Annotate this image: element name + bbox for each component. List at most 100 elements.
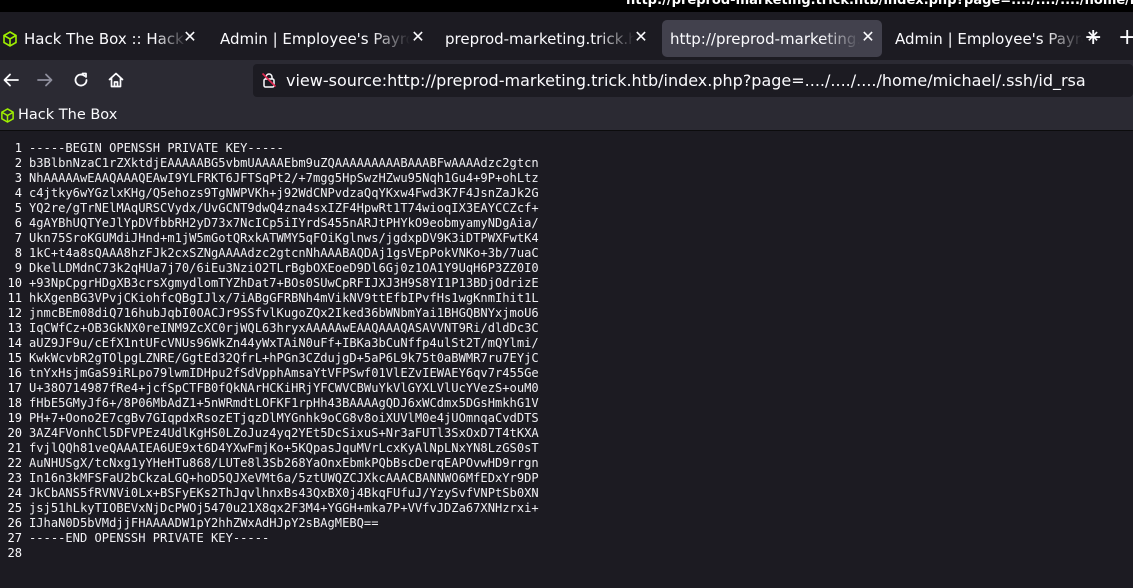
line-number: 8 <box>14 246 22 260</box>
source-line: 19 PH+7+Oono2E7cgBv7GIqpdxRsozETjqzDlMYGn… <box>0 411 539 426</box>
line-text: jsj51hLkyTIOBEVxNjDcPWOj5470u21X8qx2F3M4… <box>29 501 539 515</box>
line-text: b3BlbnNzaC1rZXktdjEAAAAABG5vbmUAAAAEbm9u… <box>29 156 539 170</box>
source-line: 14 aUZ9JF9u/cEfX1ntUFcVNUs96WkZn44yWxTAiN… <box>0 336 539 351</box>
source-line: 28 <box>0 546 539 561</box>
line-number: 19 <box>7 411 22 425</box>
line-number: 28 <box>7 546 22 560</box>
line-text: 3AZ4FVonhCl5DFVPEz4UdlKgHS0LZoJuz4yq2YEt… <box>29 426 539 440</box>
reload-button[interactable] <box>70 69 92 91</box>
close-icon[interactable]: ✕ <box>860 29 876 45</box>
source-line: 10 +93NpCpgrHDgXB3crsXgmydlomTYZhDat7+BOs… <box>0 276 539 291</box>
source-line: 4 c4jtky6wYGzlxKHg/Q5ehozs9TgNWPVKh+j92Wd… <box>0 186 539 201</box>
line-text: In16n3kMFSFaU2bCkzaLGQ+hoD5QJXeVMt6a/5zt… <box>29 471 539 485</box>
line-number: 1 <box>14 141 22 155</box>
source-line: 6 4gAYBhUQTYeJlYpDVfbbRH2yD73x7NcICp5iIYr… <box>0 216 539 231</box>
source-line: 8 1kC+t4a8sQAAA8hzFJk2cxSZNgAAAAdzc2gtcnN… <box>0 246 539 261</box>
source-line: 3 NhAAAAAwEAAQAAAQEAwI9YLFRKT6JFTSqPt2/+7… <box>0 171 539 186</box>
source-line: 9 DkelLDMdnC73k2qHUa7j70/6iEu3NziO2TLrBgb… <box>0 261 539 276</box>
line-text: fHbE5GMyJf6+/8P06MbAdZ1+5nWRmdtLOFKF1rpH… <box>29 396 539 410</box>
tab-view-source[interactable]: http://preprod-marketing.trick.htb/index… <box>662 20 882 57</box>
window-title-bar: http://preprod-marketing.trick.htb/index… <box>0 0 1133 12</box>
address-bar[interactable]: view-source:http://preprod-marketing.tri… <box>253 64 1133 97</box>
line-number: 24 <box>7 486 22 500</box>
line-number: 2 <box>14 156 22 170</box>
source-line: 23 In16n3kMFSFaU2bCkzaLGQ+hoD5QJXeVMt6a/5… <box>0 471 539 486</box>
url-text[interactable]: view-source:http://preprod-marketing.tri… <box>286 71 1086 90</box>
bookmark-label: Hack The Box <box>18 107 118 123</box>
forward-button[interactable] <box>34 69 56 91</box>
tab-hack-the-box[interactable]: Hack The Box :: Hack The Box ✕ <box>0 20 204 57</box>
new-tab-button[interactable]: + <box>1084 27 1102 49</box>
source-line: 18 fHbE5GMyJf6+/8P06MbAdZ1+5nWRmdtLOFKF1r… <box>0 396 539 411</box>
line-text: fvjlQQh81veQAAAIEA6UE9xt6D4YXwFmjKo+5KQp… <box>29 441 539 455</box>
source-line: 25 jsj51hLkyTIOBEVxNjDcPWOj5470u21X8qx2F3… <box>0 501 539 516</box>
home-button[interactable] <box>105 69 127 91</box>
line-text: KwkWcvbR2gTOlpgLZNRE/GgtEd32QfrL+hPGn3CZ… <box>29 351 539 365</box>
line-text: JkCbANS5fRVNVi0Lx+BSFyEKs2ThJqvlhnxBs43Q… <box>29 486 539 500</box>
source-line: 5 YQ2re/gTrNElMAqURSCVydx/UvGCNT9dwQ4zna4… <box>0 201 539 216</box>
back-button[interactable] <box>0 69 22 91</box>
source-line: 17 U+38O714987fRe4+jcfSpCTFB0fQkNArHCKiHR… <box>0 381 538 396</box>
line-number: 26 <box>7 516 22 530</box>
tab-label: Admin | Employee's Payroll Management Sy… <box>220 29 410 48</box>
line-number: 10 <box>7 276 22 290</box>
line-number: 22 <box>7 456 22 470</box>
bookmark-hack-the-box[interactable]: Hack The Box <box>0 107 117 123</box>
line-number: 3 <box>14 171 22 185</box>
close-icon[interactable]: ✕ <box>633 29 649 45</box>
line-text: PH+7+Oono2E7cgBv7GIqpdxRsozETjqzDlMYGnhk… <box>29 411 539 425</box>
source-line: 15 KwkWcvbR2gTOlpgLZNRE/GgtEd32QfrL+hPGn3… <box>0 351 539 366</box>
line-number: 16 <box>7 366 22 380</box>
tab-preprod-marketing[interactable]: preprod-marketing.trick.htb/index.php ✕ <box>437 20 655 57</box>
line-number: 27 <box>7 531 22 545</box>
line-text: aUZ9JF9u/cEfX1ntUFcVNUs96WkZn44yWxTAiN0u… <box>29 336 539 350</box>
bookmarks-toolbar: Hack The Box <box>0 102 1133 131</box>
line-number: 20 <box>7 426 22 440</box>
source-line: 16 tnYxHsjmGaS9iRLpo79lwmIDHpu2fSdVpphAms… <box>0 366 539 381</box>
tab-admin-payroll-2[interactable]: Admin | Employee's Payroll Management Sy… <box>887 20 1107 57</box>
navigation-toolbar: view-source:http://preprod-marketing.tri… <box>0 60 1133 102</box>
hackthebox-cube-icon <box>1 107 14 123</box>
source-line: 27 -----END OPENSSH PRIVATE KEY----- <box>0 531 539 546</box>
line-text: -----END OPENSSH PRIVATE KEY----- <box>29 531 270 545</box>
line-number: 13 <box>7 321 22 335</box>
close-icon[interactable]: ✕ <box>410 29 426 45</box>
source-line: 7 Ukn75SroKGUMdiJHnd+m1jW5mGotQRxkATWMY5q… <box>0 231 539 246</box>
close-icon[interactable]: ✕ <box>182 29 198 45</box>
arrow-right-icon <box>37 73 53 87</box>
source-line: 2 b3BlbnNzaC1rZXktdjEAAAAABG5vbmUAAAAEbm9… <box>0 156 539 171</box>
line-number: 14 <box>7 336 22 350</box>
line-number: 9 <box>14 261 22 275</box>
line-number: 23 <box>7 471 22 485</box>
source-line: 11 hkXgenBG3VPvjCKiohfcQBgIJlx/7iABgGFRBN… <box>0 291 539 306</box>
tab-list-button[interactable]: + <box>1118 27 1133 49</box>
line-text: IJhaN0D5bVMdjjFHAAAADW1pY2hhZWxAdHJpY2sB… <box>29 516 379 530</box>
line-text: DkelLDMdnC73k2qHUa7j70/6iEu3NziO2TLrBgbO… <box>29 261 539 275</box>
line-text: 4gAYBhUQTYeJlYpDVfbbRH2yD73x7NcICp5iIYrd… <box>29 216 539 230</box>
source-code: 1 -----BEGIN OPENSSH PRIVATE KEY----- 2 b3B… <box>0 141 539 561</box>
line-number: 15 <box>7 351 22 365</box>
line-text: YQ2re/gTrNElMAqURSCVydx/UvGCNT9dwQ4zna4s… <box>29 201 539 215</box>
source-line: 22 AuNHUSgX/tcNxg1yYHeHTu868/LUTe8l3Sb268… <box>0 456 539 471</box>
tab-label: Admin | Employee's Payroll Management Sy… <box>895 29 1083 48</box>
line-number: 5 <box>14 201 22 215</box>
source-line: 1 -----BEGIN OPENSSH PRIVATE KEY----- <box>0 141 539 156</box>
line-text: c4jtky6wYGzlxKHg/Q5ehozs9TgNWPVKh+j92WdC… <box>29 186 539 200</box>
line-text: tnYxHsjmGaS9iRLpo79lwmIDHpu2fSdVpphAmsaY… <box>29 366 539 380</box>
home-icon <box>108 72 124 88</box>
line-number: 17 <box>7 381 22 395</box>
line-text: hkXgenBG3VPvjCKiohfcQBgIJlx/7iABgGFRBNh4… <box>29 291 539 305</box>
line-number: 12 <box>7 306 22 320</box>
tab-bar: Hack The Box :: Hack The Box ✕ Admin | E… <box>0 12 1133 64</box>
line-text: AuNHUSgX/tcNxg1yYHeHTu868/LUTe8l3Sb268Ya… <box>29 456 539 470</box>
source-line: 24 JkCbANS5fRVNVi0Lx+BSFyEKs2ThJqvlhnxBs4… <box>0 486 539 501</box>
source-line: 12 jnmcBEm08diQ716hubJqbI0OACJr9SSfvlKugo… <box>0 306 539 321</box>
line-number: 25 <box>7 501 22 515</box>
insecure-lock-icon[interactable] <box>261 72 277 88</box>
tab-label: preprod-marketing.trick.htb/index.php <box>445 29 635 48</box>
line-text: jnmcBEm08diQ716hubJqbI0OACJr9SSfvlKugoZQ… <box>29 306 539 320</box>
source-line: 20 3AZ4FVonhCl5DFVPEz4UdlKgHS0LZoJuz4yq2Y… <box>0 426 539 441</box>
tab-admin-payroll[interactable]: Admin | Employee's Payroll Management Sy… <box>212 20 432 57</box>
line-number: 18 <box>7 396 22 410</box>
line-text: +93NpCpgrHDgXB3crsXgmydlomTYZhDat7+BOs0S… <box>29 276 539 290</box>
